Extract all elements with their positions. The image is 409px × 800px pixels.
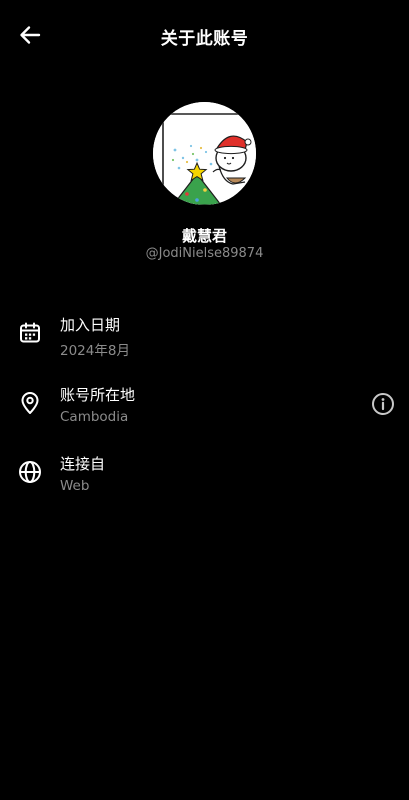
connected-via-value: Web (60, 478, 90, 494)
location-pin-icon (17, 390, 43, 416)
join-date-value: 2024年8月 (60, 343, 130, 359)
location-info-button[interactable] (370, 391, 396, 417)
connected-via-label: 连接自 (60, 455, 106, 473)
username-handle: @JodiNielse89874 (145, 246, 264, 261)
account-location-label: 账号所在地 (60, 386, 136, 404)
avatar-illustration (153, 102, 256, 205)
calendar-icon (17, 320, 43, 346)
row-account-location: 账号所在地 Cambodia (0, 384, 409, 440)
join-date-label: 加入日期 (60, 316, 121, 334)
row-connected-via: 连接自 Web (0, 453, 409, 509)
info-icon (372, 393, 394, 415)
globe-icon (17, 459, 43, 485)
account-location-value: Cambodia (60, 409, 129, 425)
row-join-date: 加入日期 2024年8月 (0, 314, 409, 370)
page-title: 关于此账号 (160, 29, 249, 49)
top-bar: 关于此账号 (0, 0, 409, 70)
avatar[interactable] (153, 102, 256, 205)
display-name: 戴慧君 (181, 227, 227, 245)
